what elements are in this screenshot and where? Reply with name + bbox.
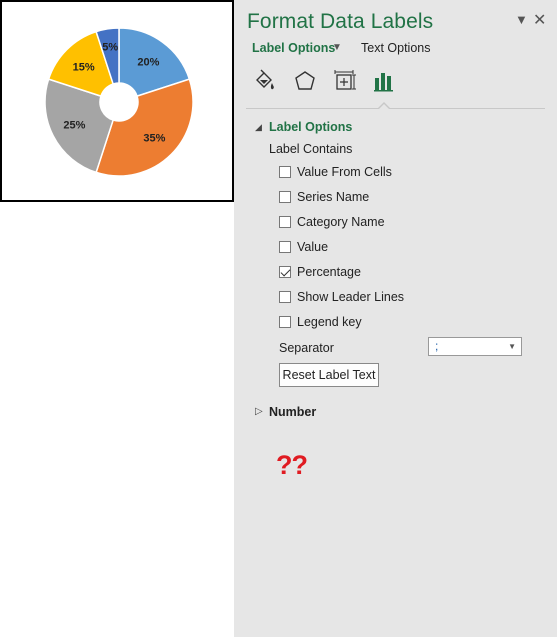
data-label[interactable]: 15% <box>73 62 95 74</box>
data-label[interactable]: 20% <box>137 57 159 69</box>
checkbox-legend-key[interactable]: Legend key <box>279 314 362 330</box>
checkbox[interactable] <box>279 191 291 203</box>
separator-dropdown[interactable]: ; ▼ <box>428 337 522 356</box>
checkbox-value-from-cells[interactable]: Value From Cells <box>279 164 392 180</box>
label-options-header[interactable]: Label Options <box>269 120 352 134</box>
chart-plot: 20% 35% 25% 15% 5% <box>44 27 194 177</box>
checkbox-category-name[interactable]: Category Name <box>279 214 385 230</box>
data-label[interactable]: 25% <box>63 120 85 132</box>
checkbox-percentage[interactable]: Percentage <box>279 264 361 280</box>
pane-title: Format Data Labels <box>247 10 434 33</box>
annotation-question-marks: ?? <box>276 450 308 480</box>
checkbox-checked[interactable] <box>279 266 291 278</box>
bar-chart-options-icon[interactable] <box>371 68 397 94</box>
checkbox-value[interactable]: Value <box>279 239 328 255</box>
close-icon[interactable]: ✕ <box>533 10 546 30</box>
checkbox[interactable] <box>279 241 291 253</box>
tab-dropdown-caret-icon[interactable]: ▼ <box>332 42 342 53</box>
format-pane: Format Data Labels ▼ ✕ Label Options ▼ T… <box>234 0 557 637</box>
fill-line-icon[interactable] <box>252 68 278 94</box>
size-properties-icon[interactable] <box>331 68 357 94</box>
checkbox[interactable] <box>279 166 291 178</box>
checkbox-show-leader-lines[interactable]: Show Leader Lines <box>279 289 404 305</box>
checkbox-series-name[interactable]: Series Name <box>279 189 369 205</box>
checkbox[interactable] <box>279 291 291 303</box>
tab-divider <box>246 108 545 109</box>
checkbox[interactable] <box>279 216 291 228</box>
data-label[interactable]: 5% <box>102 42 118 54</box>
number-section-header[interactable]: Number <box>269 405 316 419</box>
data-label[interactable]: 35% <box>143 132 165 144</box>
effects-pentagon-icon[interactable] <box>292 68 318 94</box>
tab-text-options[interactable]: Text Options <box>361 41 430 55</box>
label-contains-heading: Label Contains <box>269 142 353 156</box>
tab-label-options[interactable]: Label Options <box>252 41 335 55</box>
separator-label: Separator <box>279 341 334 355</box>
separator-value: ; <box>435 339 439 353</box>
collapse-triangle-icon[interactable]: ◢ <box>255 122 262 133</box>
reset-label-text-button[interactable]: Reset Label Text <box>279 363 379 387</box>
doughnut-chart[interactable]: 20% 35% 25% 15% 5% <box>0 0 234 202</box>
expand-triangle-icon[interactable]: ▷ <box>255 406 263 417</box>
pane-options-caret-icon[interactable]: ▼ <box>515 12 528 27</box>
chevron-down-icon[interactable]: ▼ <box>508 342 516 351</box>
checkbox[interactable] <box>279 316 291 328</box>
